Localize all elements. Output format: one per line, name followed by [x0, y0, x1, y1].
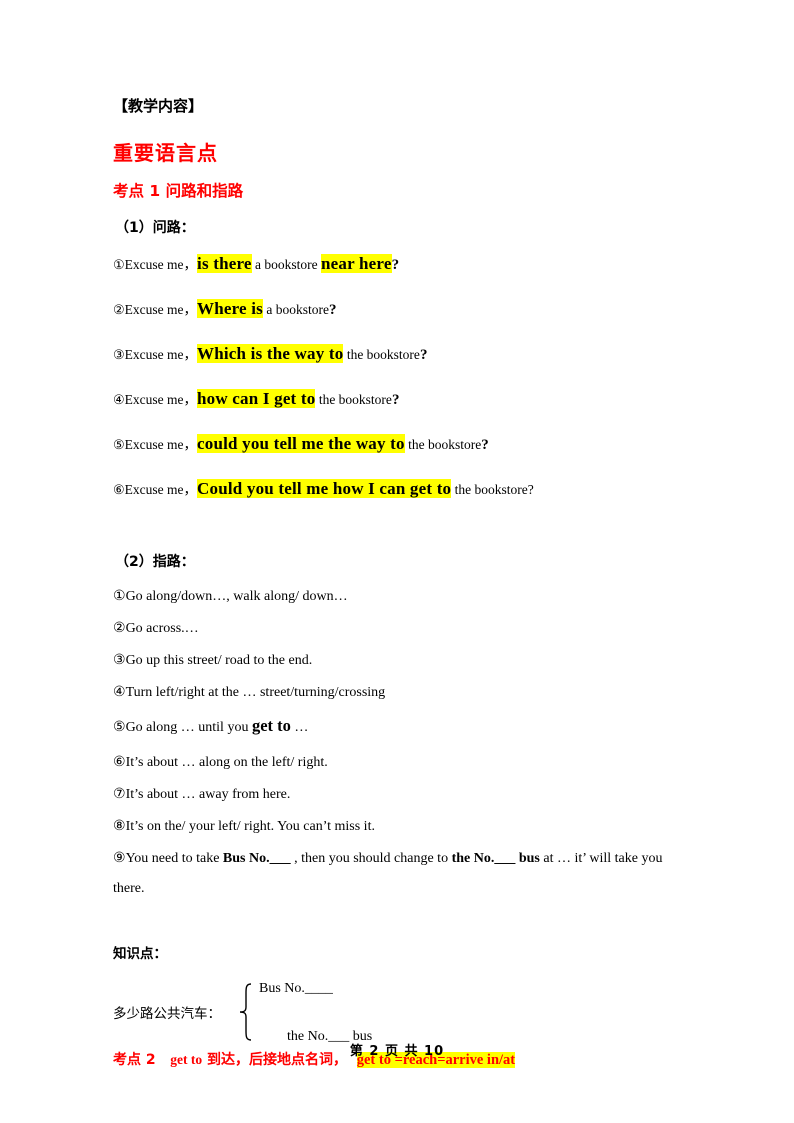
item-number: ⑧ [113, 819, 126, 835]
item-text-p3: at … it’ will take you [539, 851, 663, 867]
ask-item: ④Excuse me，how can I get to the bookstor… [113, 388, 704, 409]
ask-item: ③Excuse me，Which is the way to the books… [113, 343, 704, 364]
direction-item: ⑥It’s about … along on the left/ right. [113, 755, 704, 771]
highlight-phrase: Which is the way to [197, 343, 344, 363]
direction-item: ⑨You need to take Bus No.___ , then you … [113, 851, 704, 867]
item-number: ③ [113, 346, 125, 362]
item-lead: Excuse me， [124, 301, 198, 317]
ask-item: ①Excuse me，is there a bookstore near her… [113, 254, 704, 274]
item-number: ③ [113, 652, 126, 668]
item-number: ⑦ [113, 787, 126, 803]
highlight-phrase: Where is [197, 298, 263, 318]
ask-item: ②Excuse me，Where is a bookstore? [113, 298, 704, 319]
item-number: ⑥ [113, 481, 125, 497]
direction-item: ②Go across.… [113, 621, 704, 637]
knowledge-point-heading: 知识点： [113, 945, 167, 962]
document-page: 【教学内容】 重要语言点 考点 1 问路和指路 （1）问路： ①Excuse m… [0, 0, 794, 1123]
item-middle: a bookstore [263, 301, 329, 317]
highlight-phrase: how can I get to [197, 388, 316, 408]
point1-heading: 考点 1 问路和指路 [113, 182, 244, 200]
item-middle: a bookstore [251, 257, 322, 272]
curly-brace-icon [233, 981, 255, 1043]
direction-item: ⑤Go along … until you get to … [113, 716, 704, 736]
item-number: ② [113, 301, 125, 317]
direction-item: ③Go up this street/ road to the end. [113, 653, 704, 669]
item-middle: the bookstore [404, 436, 482, 452]
bus-number-blank-2: the No.___ bus [451, 851, 540, 867]
item-number: ⑤ [113, 720, 126, 735]
item-tail: ? [328, 301, 337, 318]
item-lead: Excuse me， [124, 391, 198, 407]
direction-item: ④Turn left/right at the … street/turning… [113, 685, 704, 701]
item-middle: the bookstore? [451, 481, 534, 497]
item-tail: ? [391, 391, 400, 408]
item-text-p1: You need to take [125, 851, 223, 867]
item-text: It’s on the/ your left/ right. You can’t… [125, 819, 375, 835]
highlight-phrase: could you tell me the way to [197, 433, 405, 453]
item-number: ⑨ [113, 851, 126, 867]
item-text: It’s about … along on the left/ right. [125, 755, 328, 771]
highlight-phrase: Could you tell me how I can get to [197, 478, 452, 498]
item-number: ① [113, 257, 125, 272]
direction-item: ⑦It’s about … away from here. [113, 787, 704, 803]
bus-number-brace-group: 多少路公共汽车： Bus No.____ the No.___ bus [113, 978, 704, 1047]
item-lead: Excuse me， [124, 436, 198, 452]
highlight-phrase-2: near here [321, 254, 392, 273]
item-lead: Excuse me， [124, 257, 198, 272]
give-directions-subheading: （2）指路： [115, 553, 195, 570]
highlight-phrase: is there [197, 254, 252, 273]
ask-item: ⑥Excuse me，Could you tell me how I can g… [113, 478, 704, 499]
brace-item-list: Bus No.____ the No.___ bus [255, 978, 372, 1047]
item-number: ② [113, 620, 126, 636]
direction-item: ⑧It’s on the/ your left/ right. You can’… [113, 819, 704, 835]
item-number: ④ [113, 684, 126, 700]
item-text-post: … [290, 720, 309, 735]
item-tail: ? [391, 257, 400, 273]
item-tail: ? [481, 436, 489, 453]
emphasis-get-to: get to [251, 716, 291, 735]
item-text-p4: there. [113, 881, 145, 897]
brace-item: Bus No.____ [259, 980, 333, 996]
item-number: ① [113, 588, 126, 604]
bus-number-blank-1: Bus No.___ [222, 851, 291, 867]
direction-item: ①Go along/down…, walk along/ down… [113, 589, 704, 605]
ask-the-way-subheading: （1）问路： [115, 220, 195, 236]
brace-label: 多少路公共汽车： [113, 1006, 221, 1023]
item-lead: Excuse me， [124, 481, 198, 497]
item-text-pre: Go along … until you [125, 720, 252, 735]
teaching-content-heading: 【教学内容】 [113, 97, 204, 115]
page-footer: 第 2 页 共 10 [349, 1044, 445, 1059]
item-number: ⑥ [113, 755, 126, 771]
item-text: Turn left/right at the … street/turning/… [125, 684, 386, 700]
item-number: ④ [113, 391, 125, 407]
item-text-p2: , then you should change to [290, 851, 452, 867]
item-number: ⑤ [113, 436, 125, 452]
item-tail: ? [419, 346, 428, 363]
item-text: Go up this street/ road to the end. [125, 652, 313, 668]
item-lead: Excuse me， [124, 346, 198, 362]
item-text: Go along/down…, walk along/ down… [125, 588, 348, 604]
ask-item: ⑤Excuse me，could you tell me the way to … [113, 433, 704, 454]
direction-item-continuation: there. [113, 881, 704, 897]
main-heading: 重要语言点 [113, 141, 218, 165]
item-middle: the bookstore [315, 391, 392, 407]
item-text: Go across.… [125, 620, 199, 636]
item-text: It’s about … away from here. [125, 787, 291, 803]
item-middle: the bookstore [343, 346, 420, 362]
